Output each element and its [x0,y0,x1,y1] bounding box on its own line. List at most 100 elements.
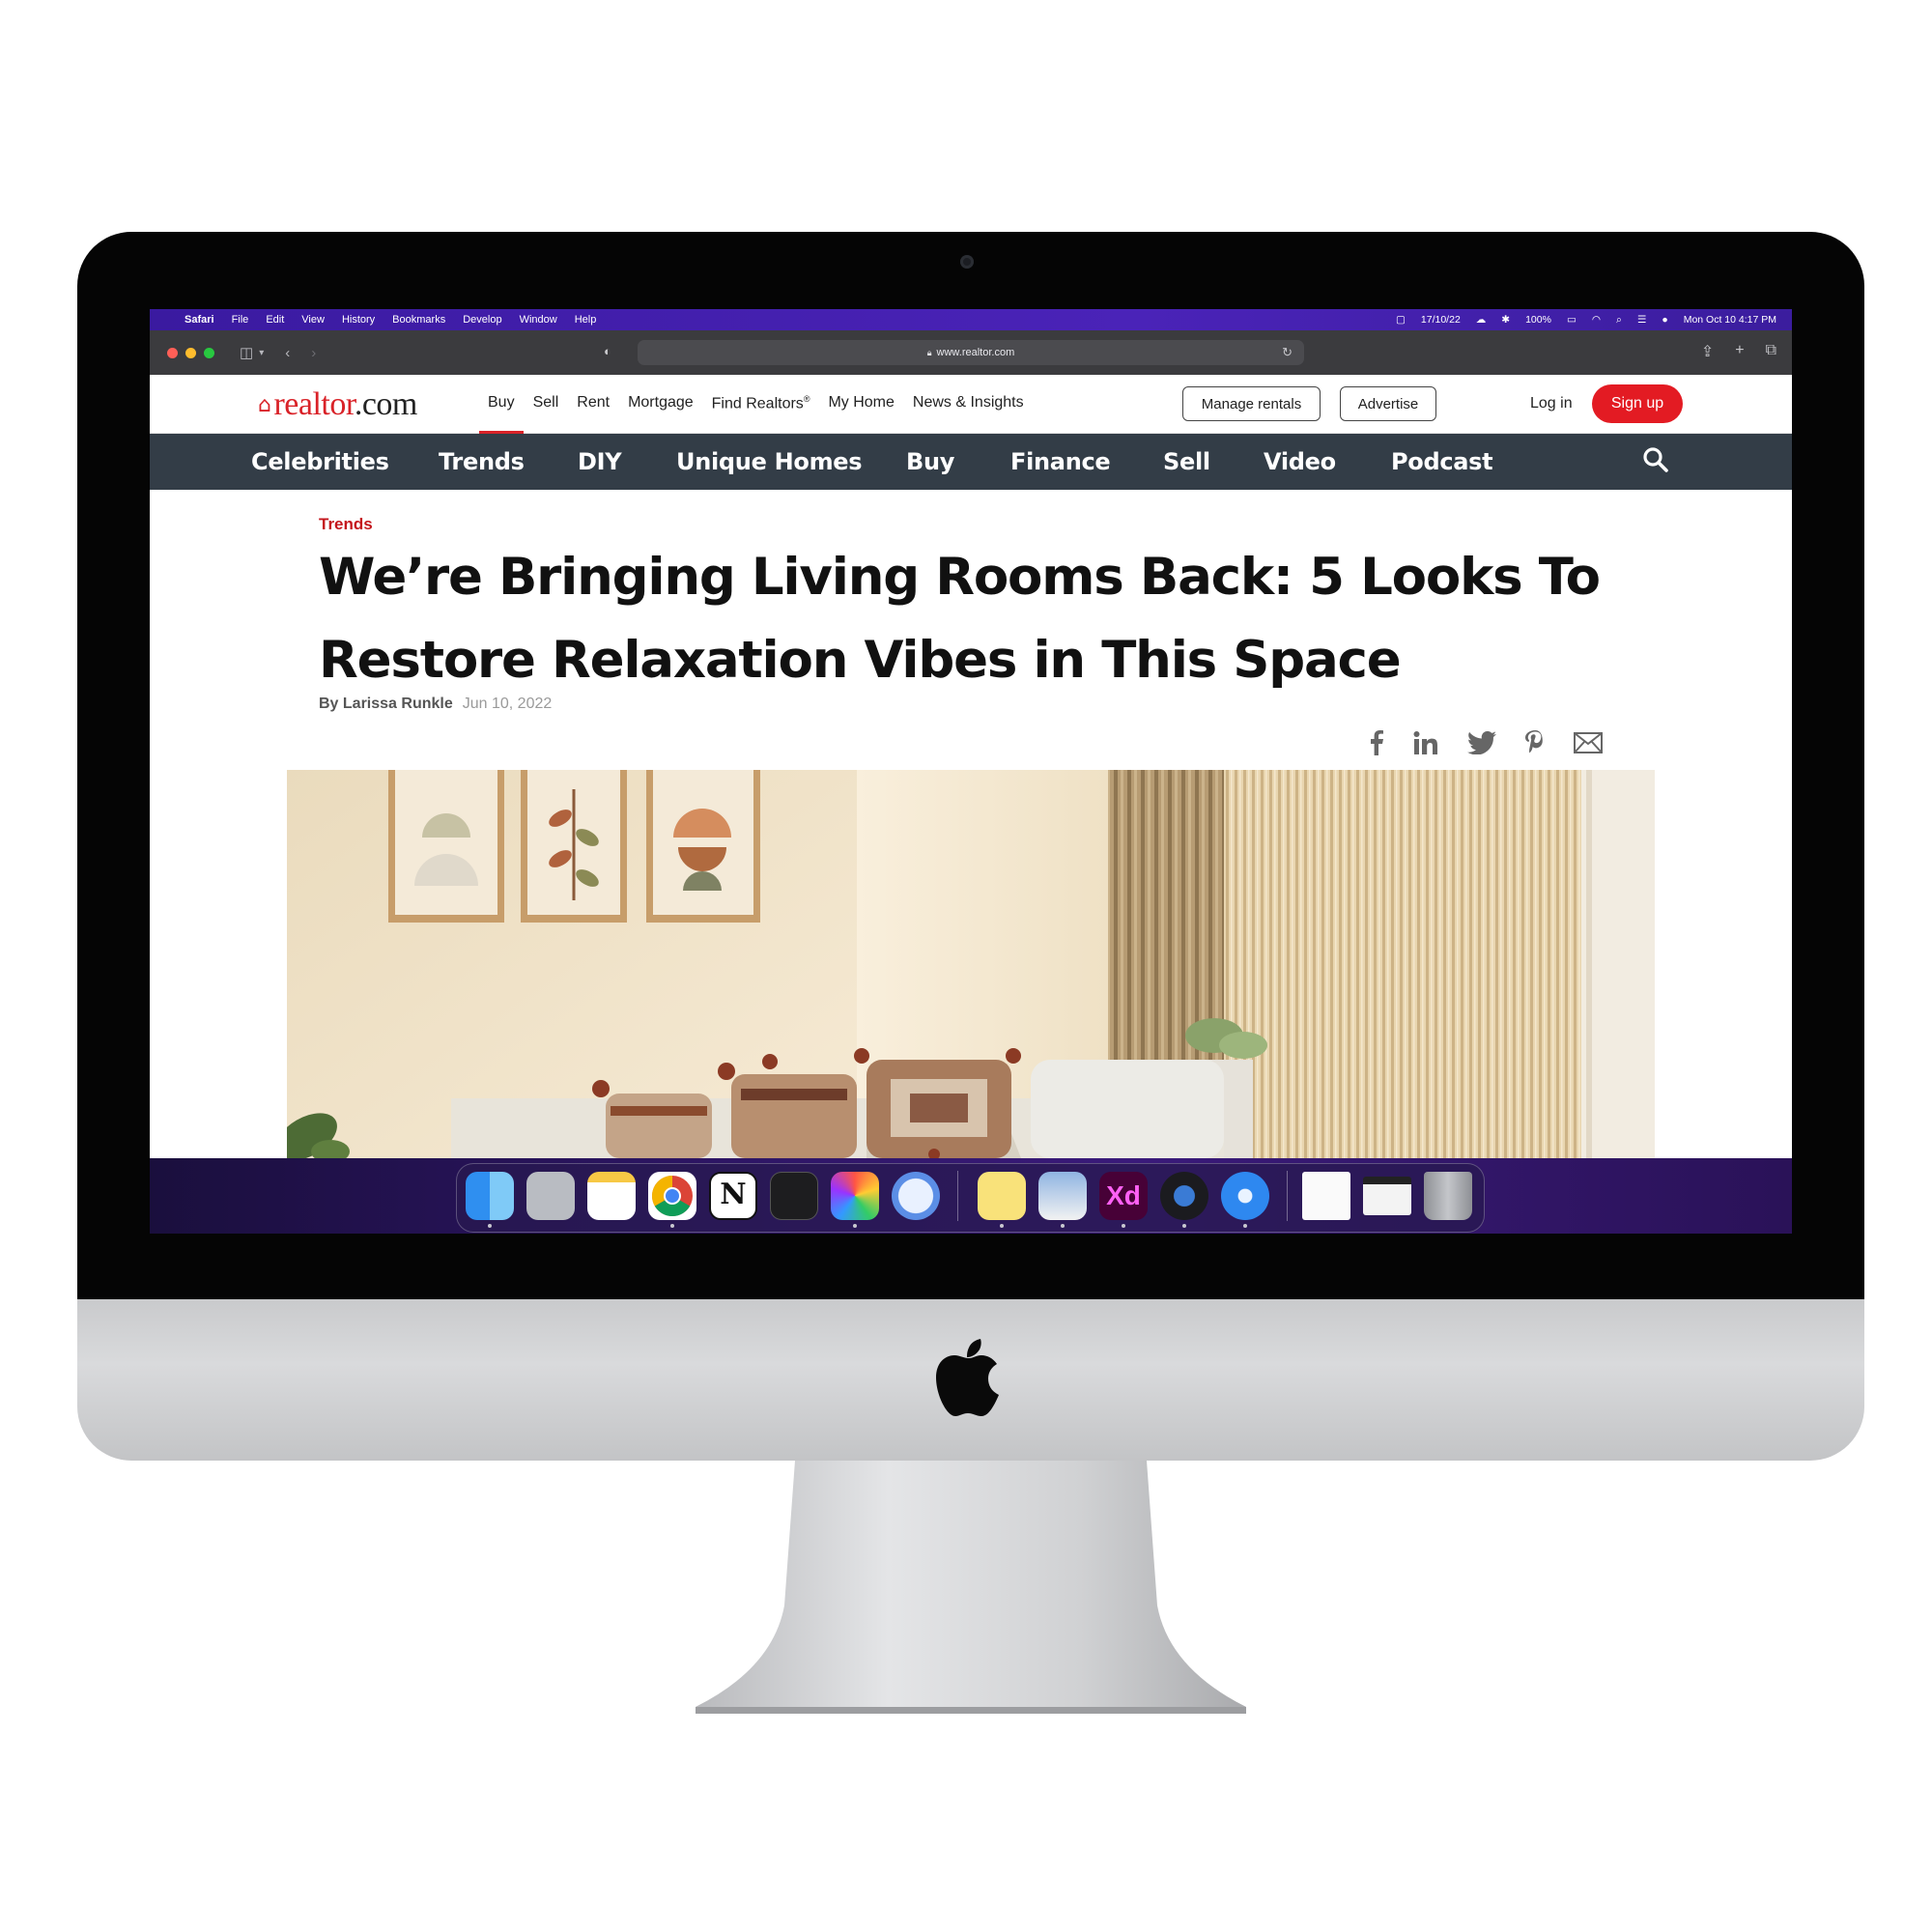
realtor-logo[interactable]: ⌂realtor.com [258,386,417,423]
cat-unique-homes[interactable]: Unique Homes [676,448,863,475]
address-bar[interactable]: 🔒︎ www.realtor.com ↻ [638,340,1304,365]
wifi-icon[interactable]: ◠ [1592,314,1601,326]
nav-my-home[interactable]: My Home [828,394,894,412]
launchpad-icon[interactable] [526,1172,575,1220]
cat-trends[interactable]: Trends [439,448,525,475]
email-icon[interactable] [1574,732,1603,753]
reload-icon[interactable]: ↻ [1282,345,1293,360]
cat-sell[interactable]: Sell [1163,448,1210,475]
privacy-shield-icon[interactable]: ◐ [604,344,611,358]
nav-buy[interactable]: Buy [479,394,524,436]
publish-date: Jun 10, 2022 [462,696,553,712]
document-icon[interactable] [1302,1172,1350,1220]
menu-help[interactable]: Help [575,314,597,326]
menu-develop[interactable]: Develop [463,314,501,326]
primary-nav: Buy Sell Rent Mortgage Find Realtors® My… [479,394,1024,436]
window-controls [150,347,214,358]
menu-app-name[interactable]: Safari [185,314,214,326]
twitter-icon[interactable] [1467,731,1496,754]
category-nav: Celebrities Trends DIY Unique Homes Buy … [150,434,1792,490]
quicktime-icon[interactable] [1160,1172,1208,1220]
logo-brand: realtor [273,386,355,422]
screen: Safari File Edit View History Bookmarks … [150,309,1792,1234]
menu-edit[interactable]: Edit [266,314,284,326]
headline-line-1: We’re Bringing Living Rooms Back: 5 Look… [319,548,1601,607]
forward-icon[interactable]: › [311,345,316,361]
chevron-down-icon[interactable]: ▾ [259,348,264,358]
nav-find-realtors[interactable]: Find Realtors® [712,394,810,412]
window-preview-icon[interactable] [1363,1177,1411,1215]
sidebar-toggle-icon[interactable]: ◫ [240,344,253,361]
control-center-icon[interactable]: ☰ [1637,314,1646,326]
cat-diy[interactable]: DIY [578,448,622,475]
facebook-icon[interactable] [1369,730,1384,755]
site-header: ⌂realtor.com Buy Sell Rent Mortgage Find… [150,375,1792,436]
headline-line-2: Restore Relaxation Vibes in This Space [319,631,1402,690]
share-icon[interactable]: ⇪ [1701,342,1714,361]
cat-podcast[interactable]: Podcast [1391,448,1493,475]
macos-menubar: Safari File Edit View History Bookmarks … [150,309,1792,330]
bluetooth-icon[interactable]: ✱ [1501,314,1510,326]
trash-icon[interactable] [1424,1172,1472,1220]
logo-tld: .com [354,386,418,422]
safari-toolbar: ◫ ▾ ‹ › ◐ 🔒︎ www.realtor.com ↻ ⇪ + ⧉ [150,330,1792,375]
signup-button[interactable]: Sign up [1592,384,1683,423]
new-tab-icon[interactable]: + [1735,342,1744,361]
imac-stand [696,1461,1246,1714]
cat-finance[interactable]: Finance [1010,448,1111,475]
share-bar [1369,730,1603,755]
nav-news-insights[interactable]: News & Insights [913,394,1024,412]
adobe-xd-icon[interactable]: Xd [1099,1172,1148,1220]
back-icon[interactable]: ‹ [285,345,290,361]
cat-buy[interactable]: Buy [906,448,954,475]
nav-rent[interactable]: Rent [577,394,610,412]
menu-history[interactable]: History [342,314,375,326]
menubar-clock: Mon Oct 10 4:17 PM [1683,314,1776,326]
menu-window[interactable]: Window [520,314,557,326]
linkedin-icon[interactable] [1413,731,1438,754]
search-icon[interactable] [1642,446,1669,473]
preview-icon[interactable] [1038,1172,1087,1220]
article-hero-image [287,770,1655,1158]
article-kicker[interactable]: Trends [319,515,373,534]
advertise-button[interactable]: Advertise [1340,386,1436,421]
url-text: www.realtor.com [936,347,1015,358]
author-name[interactable]: By Larissa Runkle [319,696,453,712]
minimize-window-button[interactable] [185,347,196,358]
screen-app-icon[interactable] [831,1172,879,1220]
nav-find-realtors-label: Find Realtors [711,395,804,412]
cat-celebrities[interactable]: Celebrities [251,448,389,475]
manage-rentals-button[interactable]: Manage rentals [1182,386,1321,421]
cloud-icon[interactable]: ☁ [1476,314,1487,326]
menubar-date: 17/10/22 [1420,314,1461,326]
menu-bookmarks[interactable]: Bookmarks [392,314,445,326]
finder-icon[interactable] [466,1172,514,1220]
terminal-icon[interactable] [770,1172,818,1220]
stickies-icon[interactable] [978,1172,1026,1220]
chrome-icon[interactable] [648,1172,696,1220]
lock-icon: 🔒︎ [926,347,932,357]
siri-icon[interactable]: ● [1662,314,1667,326]
menu-view[interactable]: View [301,314,325,326]
safari-icon[interactable] [1221,1172,1269,1220]
notion-icon[interactable]: N [709,1172,757,1220]
apple-logo-icon [936,1339,999,1416]
article-headline: We’re Bringing Living Rooms Back: 5 Look… [319,536,1671,702]
tab-overview-icon[interactable]: ⧉ [1766,342,1776,361]
screen-record-icon[interactable]: ▢ [1396,314,1406,326]
chrome-logo [651,1176,693,1217]
nav-sell[interactable]: Sell [533,394,559,412]
zoom-window-button[interactable] [204,347,214,358]
close-window-button[interactable] [167,347,178,358]
pinterest-icon[interactable] [1525,730,1545,755]
spotlight-icon[interactable]: ⌕ [1616,314,1622,327]
camera-icon [960,255,974,269]
registered-mark: ® [803,394,810,404]
nav-mortgage[interactable]: Mortgage [628,394,694,412]
lock-app-icon[interactable] [892,1172,940,1220]
login-link[interactable]: Log in [1530,395,1573,412]
menu-file[interactable]: File [232,314,249,326]
cat-video[interactable]: Video [1264,448,1336,475]
battery-icon[interactable]: ▭ [1567,314,1577,326]
notes-icon[interactable] [587,1172,636,1220]
